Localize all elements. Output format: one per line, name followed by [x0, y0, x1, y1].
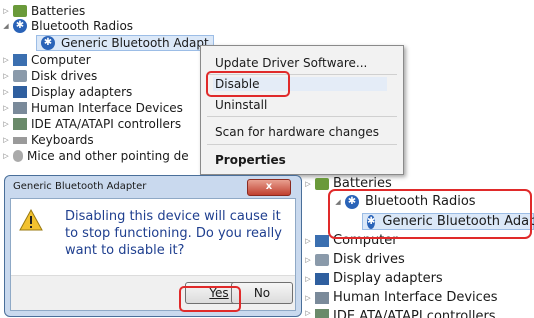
- menu-item-properties[interactable]: Properties: [215, 153, 286, 167]
- tree-item-disk-drives[interactable]: ▷ Disk drives: [304, 252, 405, 267]
- mouse-icon: [13, 150, 23, 162]
- bluetooth-adapter-highlight-box: [328, 189, 532, 239]
- expand-arrow-icon[interactable]: ▷: [304, 256, 312, 264]
- dialog-footer: Yes No: [11, 275, 295, 310]
- tree-item-label: IDE ATA/ATAPI controllers: [333, 309, 496, 318]
- ide-controller-icon: [315, 309, 329, 318]
- menu-separator: [207, 116, 397, 117]
- tree-item-label: Keyboards: [31, 133, 94, 147]
- tree-item-label: Display adapters: [31, 85, 133, 99]
- tree-item-disk-drives[interactable]: ▷ Disk drives: [2, 69, 97, 83]
- tree-item-label: Human Interface Devices: [31, 101, 183, 115]
- battery-icon: [13, 5, 27, 17]
- tree-item-ide-controllers[interactable]: ▷ IDE ATA/ATAPI controllers: [304, 309, 496, 318]
- disk-drive-icon: [13, 70, 27, 82]
- menu-separator: [207, 144, 397, 145]
- tree-item-label: Batteries: [31, 4, 86, 18]
- confirm-dialog: Generic Bluetooth Adapter x Disabling th…: [4, 175, 302, 317]
- display-adapter-icon: [13, 86, 27, 98]
- hid-icon: [13, 102, 27, 114]
- expand-arrow-icon[interactable]: ▷: [304, 180, 312, 188]
- tree-item-label: Generic Bluetooth Adapt: [61, 36, 209, 50]
- expand-arrow-icon[interactable]: ▷: [2, 7, 10, 15]
- dialog-body: Disabling this device will cause it to s…: [10, 198, 296, 311]
- tree-item-label: Bluetooth Radios: [31, 19, 134, 33]
- yes-highlight-box: [179, 286, 241, 312]
- computer-icon: [315, 234, 329, 247]
- dialog-close-button[interactable]: x: [247, 179, 291, 196]
- tree-item-display-adapters[interactable]: ▷ Display adapters: [2, 85, 132, 99]
- bluetooth-icon: ✱: [13, 19, 27, 33]
- hid-icon: [315, 291, 329, 304]
- tree-item-label: Disk drives: [333, 252, 405, 267]
- tree-item-label: Computer: [31, 53, 91, 67]
- expand-arrow-icon[interactable]: ▷: [304, 275, 312, 283]
- expand-arrow-icon[interactable]: ▷: [304, 237, 312, 245]
- tree-item-bluetooth-radios[interactable]: ◢ ✱ Bluetooth Radios: [2, 19, 133, 33]
- menu-item-uninstall[interactable]: Uninstall: [215, 98, 267, 112]
- expand-arrow-icon[interactable]: ▷: [2, 120, 10, 128]
- tree-item-human-interface-devices[interactable]: ▷ Human Interface Devices: [2, 101, 183, 115]
- expand-arrow-icon[interactable]: ▷: [2, 104, 10, 112]
- collapse-arrow-icon[interactable]: ◢: [2, 22, 10, 30]
- expand-arrow-icon[interactable]: ▷: [304, 309, 312, 317]
- tree-item-label: Mice and other pointing de: [27, 149, 189, 163]
- tree-item-computer[interactable]: ▷ Computer: [2, 53, 91, 67]
- tree-item-label: Disk drives: [31, 69, 98, 83]
- expand-arrow-icon[interactable]: ▷: [2, 56, 10, 64]
- context-menu: Update Driver Software... Disable Uninst…: [200, 45, 404, 175]
- expand-arrow-icon[interactable]: ▷: [2, 72, 10, 80]
- menu-item-scan[interactable]: Scan for hardware changes: [215, 125, 379, 139]
- tree-item-keyboards[interactable]: ▷ Keyboards: [2, 133, 94, 147]
- expand-arrow-icon[interactable]: ▷: [304, 294, 312, 302]
- expand-arrow-icon[interactable]: ▷: [2, 152, 10, 160]
- tree-item-generic-bluetooth-adapter[interactable]: ✱ Generic Bluetooth Adapt: [36, 35, 214, 51]
- bluetooth-icon: ✱: [41, 36, 55, 50]
- tree-item-mice[interactable]: ▷ Mice and other pointing de: [2, 149, 189, 163]
- battery-icon: [315, 177, 329, 190]
- tree-item-label: Human Interface Devices: [333, 290, 498, 305]
- keyboard-icon: [13, 136, 27, 144]
- tree-item-label: Display adapters: [333, 271, 443, 286]
- dialog-message: Disabling this device will cause it to s…: [65, 209, 282, 258]
- dialog-title: Generic Bluetooth Adapter: [13, 181, 147, 192]
- tree-item-display-adapters[interactable]: ▷ Display adapters: [304, 271, 443, 286]
- tree-item-batteries[interactable]: ▷ Batteries: [2, 4, 85, 18]
- ide-controller-icon: [13, 118, 27, 130]
- tree-item-ide-controllers[interactable]: ▷ IDE ATA/ATAPI controllers: [2, 117, 181, 131]
- disk-drive-icon: [315, 253, 329, 266]
- disable-highlight-box: [206, 71, 290, 97]
- expand-arrow-icon[interactable]: ▷: [2, 136, 10, 144]
- warning-icon: [19, 209, 43, 231]
- computer-icon: [13, 54, 27, 66]
- tree-item-human-interface-devices[interactable]: ▷ Human Interface Devices: [304, 290, 498, 305]
- expand-arrow-icon[interactable]: ▷: [2, 88, 10, 96]
- tree-item-label: IDE ATA/ATAPI controllers: [31, 117, 182, 131]
- menu-item-update-driver[interactable]: Update Driver Software...: [215, 56, 367, 70]
- display-adapter-icon: [315, 272, 329, 285]
